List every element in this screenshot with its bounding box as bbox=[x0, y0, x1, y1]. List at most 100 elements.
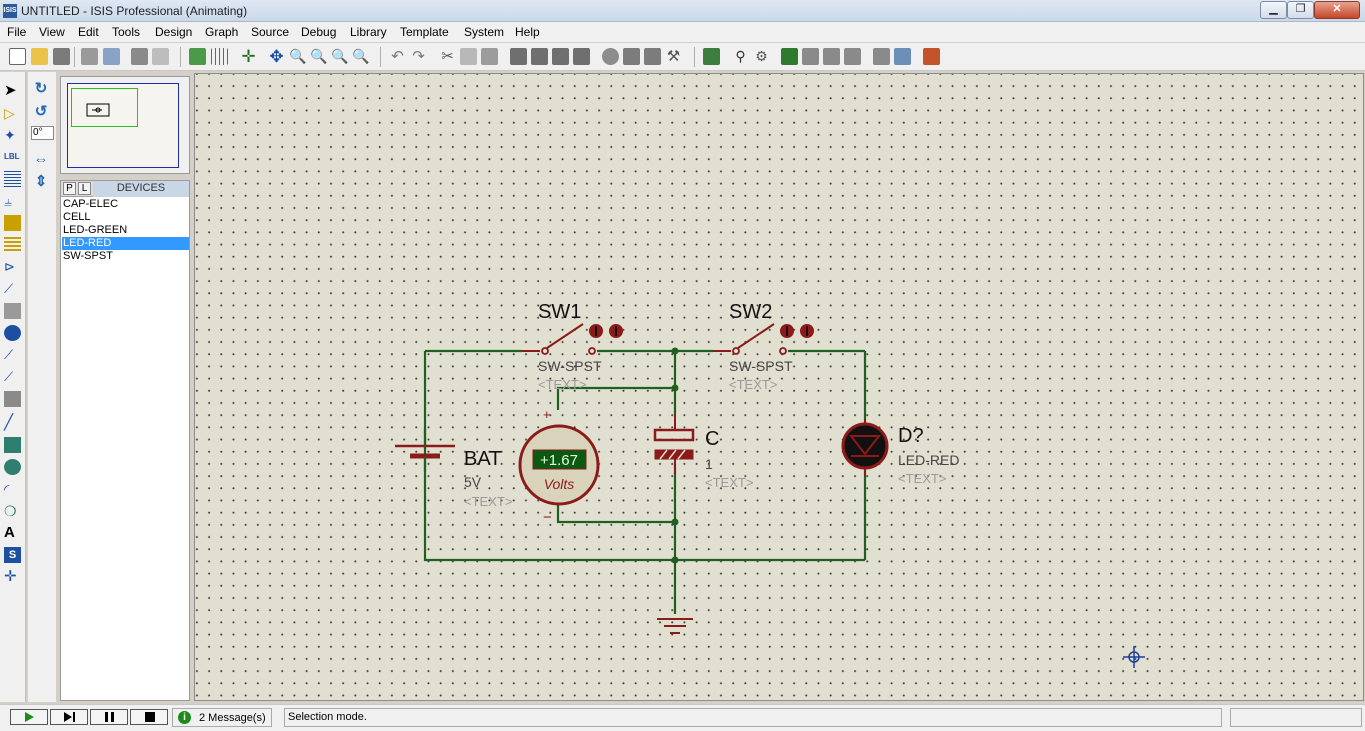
device-item[interactable]: LED-GREEN bbox=[62, 224, 189, 237]
close-button[interactable]: ✕ bbox=[1314, 1, 1360, 19]
view-bom-icon[interactable] bbox=[844, 48, 861, 65]
pick-device-icon[interactable] bbox=[602, 48, 619, 65]
schematic-canvas[interactable]: SW1 SW-SPST <TEXT> SW2 SW-SPST <TEXT> BA… bbox=[194, 73, 1364, 701]
block-move-icon[interactable] bbox=[531, 48, 548, 65]
zoom-all-icon[interactable]: 🔍 bbox=[331, 48, 348, 65]
circle-mode-icon[interactable] bbox=[4, 459, 21, 475]
search-tag-icon[interactable]: ⚲ bbox=[732, 48, 749, 65]
refresh-icon[interactable] bbox=[189, 48, 206, 65]
battery-bat[interactable]: BAT 5V <TEXT> bbox=[395, 428, 512, 509]
redo-icon[interactable]: ↷ bbox=[410, 48, 427, 65]
grid-icon[interactable] bbox=[211, 48, 228, 65]
exit-to-parent-icon[interactable] bbox=[823, 48, 840, 65]
junction-dot[interactable] bbox=[671, 556, 679, 564]
device-item[interactable]: CELL bbox=[62, 211, 189, 224]
minimize-button[interactable]: ▁ bbox=[1260, 1, 1287, 19]
zoom-out-icon[interactable]: 🔍 bbox=[310, 48, 327, 65]
ares-icon[interactable] bbox=[923, 48, 940, 65]
block-copy-icon[interactable] bbox=[510, 48, 527, 65]
menu-help[interactable]: Help bbox=[515, 25, 540, 39]
new-file-icon[interactable] bbox=[9, 48, 26, 65]
voltage-probe-mode-icon[interactable]: ⟋ bbox=[4, 347, 21, 363]
zoom-area-icon[interactable]: 🔍 bbox=[352, 48, 369, 65]
junction-dot[interactable] bbox=[671, 518, 679, 526]
mirror-y-icon[interactable]: ⇕ bbox=[32, 173, 50, 191]
path-mode-icon[interactable]: ❍ bbox=[4, 503, 21, 519]
generator-mode-icon[interactable] bbox=[4, 325, 21, 341]
arc-mode-icon[interactable]: ◜ bbox=[4, 481, 21, 497]
junction-mode-icon[interactable]: ✦ bbox=[4, 127, 21, 143]
rotate-anticlockwise-icon[interactable]: ↺ bbox=[32, 103, 50, 121]
menu-library[interactable]: Library bbox=[350, 25, 387, 39]
wire-autorouter-icon[interactable] bbox=[703, 48, 720, 65]
open-folder-icon[interactable] bbox=[31, 48, 48, 65]
menu-template[interactable]: Template bbox=[400, 25, 449, 39]
graph-mode-icon[interactable]: ⟋ bbox=[4, 281, 21, 297]
overview-viewport[interactable] bbox=[71, 88, 138, 127]
zoom-in-icon[interactable]: 🔍 bbox=[289, 48, 306, 65]
step-button[interactable] bbox=[50, 709, 88, 725]
box-mode-icon[interactable] bbox=[4, 437, 21, 453]
decompose-icon[interactable]: ⚒ bbox=[665, 48, 682, 65]
overview-sheet[interactable] bbox=[67, 83, 179, 168]
text-mode-icon[interactable]: A bbox=[4, 525, 21, 541]
maximize-button[interactable]: ❐ bbox=[1287, 1, 1314, 19]
packaging-tool-icon[interactable] bbox=[644, 48, 661, 65]
print-icon[interactable] bbox=[131, 48, 148, 65]
save-icon[interactable] bbox=[53, 48, 70, 65]
switch-sw2[interactable]: SW2 SW-SPST <TEXT> bbox=[713, 301, 814, 392]
current-probe-mode-icon[interactable]: ⟋ bbox=[4, 369, 21, 385]
menu-edit[interactable]: Edit bbox=[78, 25, 99, 39]
menu-source[interactable]: Source bbox=[251, 25, 289, 39]
subcircuit-mode-icon[interactable] bbox=[4, 215, 21, 231]
component-mode-icon[interactable]: ▷ bbox=[4, 105, 21, 121]
stop-button[interactable] bbox=[130, 709, 168, 725]
isis-app-icon[interactable]: ISIS bbox=[3, 4, 17, 18]
paste-icon[interactable] bbox=[481, 48, 498, 65]
pan-icon[interactable]: ✥ bbox=[268, 48, 285, 65]
pause-button[interactable] bbox=[90, 709, 128, 725]
markers-mode-icon[interactable]: ✛ bbox=[4, 569, 21, 585]
menu-system[interactable]: System bbox=[464, 25, 504, 39]
library-manager-button[interactable]: L bbox=[78, 182, 91, 195]
wire[interactable] bbox=[556, 502, 675, 524]
new-sheet-icon[interactable] bbox=[781, 48, 798, 65]
messages-area[interactable]: i 2 Message(s) bbox=[172, 708, 272, 727]
selection-mode-icon[interactable]: ➤ bbox=[4, 83, 21, 99]
menu-file[interactable]: File bbox=[7, 25, 26, 39]
symbol-mode-icon[interactable]: S bbox=[4, 547, 21, 563]
device-item-selected[interactable]: LED-RED bbox=[62, 237, 189, 250]
device-item[interactable]: SW-SPST bbox=[62, 250, 189, 263]
tape-recorder-mode-icon[interactable] bbox=[4, 303, 21, 319]
block-delete-icon[interactable] bbox=[573, 48, 590, 65]
wire-label-mode-icon[interactable]: LBL bbox=[4, 149, 21, 165]
menu-debug[interactable]: Debug bbox=[301, 25, 336, 39]
rotation-angle-field[interactable]: 0° bbox=[31, 126, 54, 140]
property-tool-icon[interactable]: ⚙ bbox=[753, 48, 770, 65]
menu-graph[interactable]: Graph bbox=[205, 25, 238, 39]
electrical-rule-check-icon[interactable] bbox=[873, 48, 890, 65]
menu-view[interactable]: View bbox=[39, 25, 65, 39]
line-mode-icon[interactable]: ╱ bbox=[4, 415, 21, 431]
cut-icon[interactable]: ✂ bbox=[439, 48, 456, 65]
switch-sw1[interactable]: SW1 SW-SPST <TEXT> bbox=[522, 301, 623, 392]
export-icon[interactable] bbox=[103, 48, 120, 65]
text-script-mode-icon[interactable] bbox=[4, 171, 21, 187]
remove-sheet-icon[interactable] bbox=[802, 48, 819, 65]
import-icon[interactable] bbox=[81, 48, 98, 65]
buses-mode-icon[interactable]: ⫨ bbox=[4, 193, 21, 209]
virtual-instruments-mode-icon[interactable] bbox=[4, 391, 21, 407]
capacitor-c[interactable]: C 1 <TEXT> bbox=[653, 414, 753, 490]
device-item[interactable]: CAP-ELEC bbox=[62, 198, 189, 211]
junction-dot[interactable] bbox=[671, 384, 679, 392]
ground-symbol[interactable] bbox=[657, 618, 693, 634]
netlist-icon[interactable] bbox=[894, 48, 911, 65]
rotate-clockwise-icon[interactable]: ↻ bbox=[32, 80, 50, 98]
crosshair-marker-icon[interactable] bbox=[1123, 646, 1145, 668]
pick-devices-button[interactable]: P bbox=[63, 182, 76, 195]
block-rotate-icon[interactable] bbox=[552, 48, 569, 65]
terminals-mode-icon[interactable] bbox=[4, 237, 21, 253]
play-button[interactable] bbox=[10, 709, 48, 725]
make-device-icon[interactable] bbox=[623, 48, 640, 65]
overview-window[interactable] bbox=[60, 76, 190, 174]
